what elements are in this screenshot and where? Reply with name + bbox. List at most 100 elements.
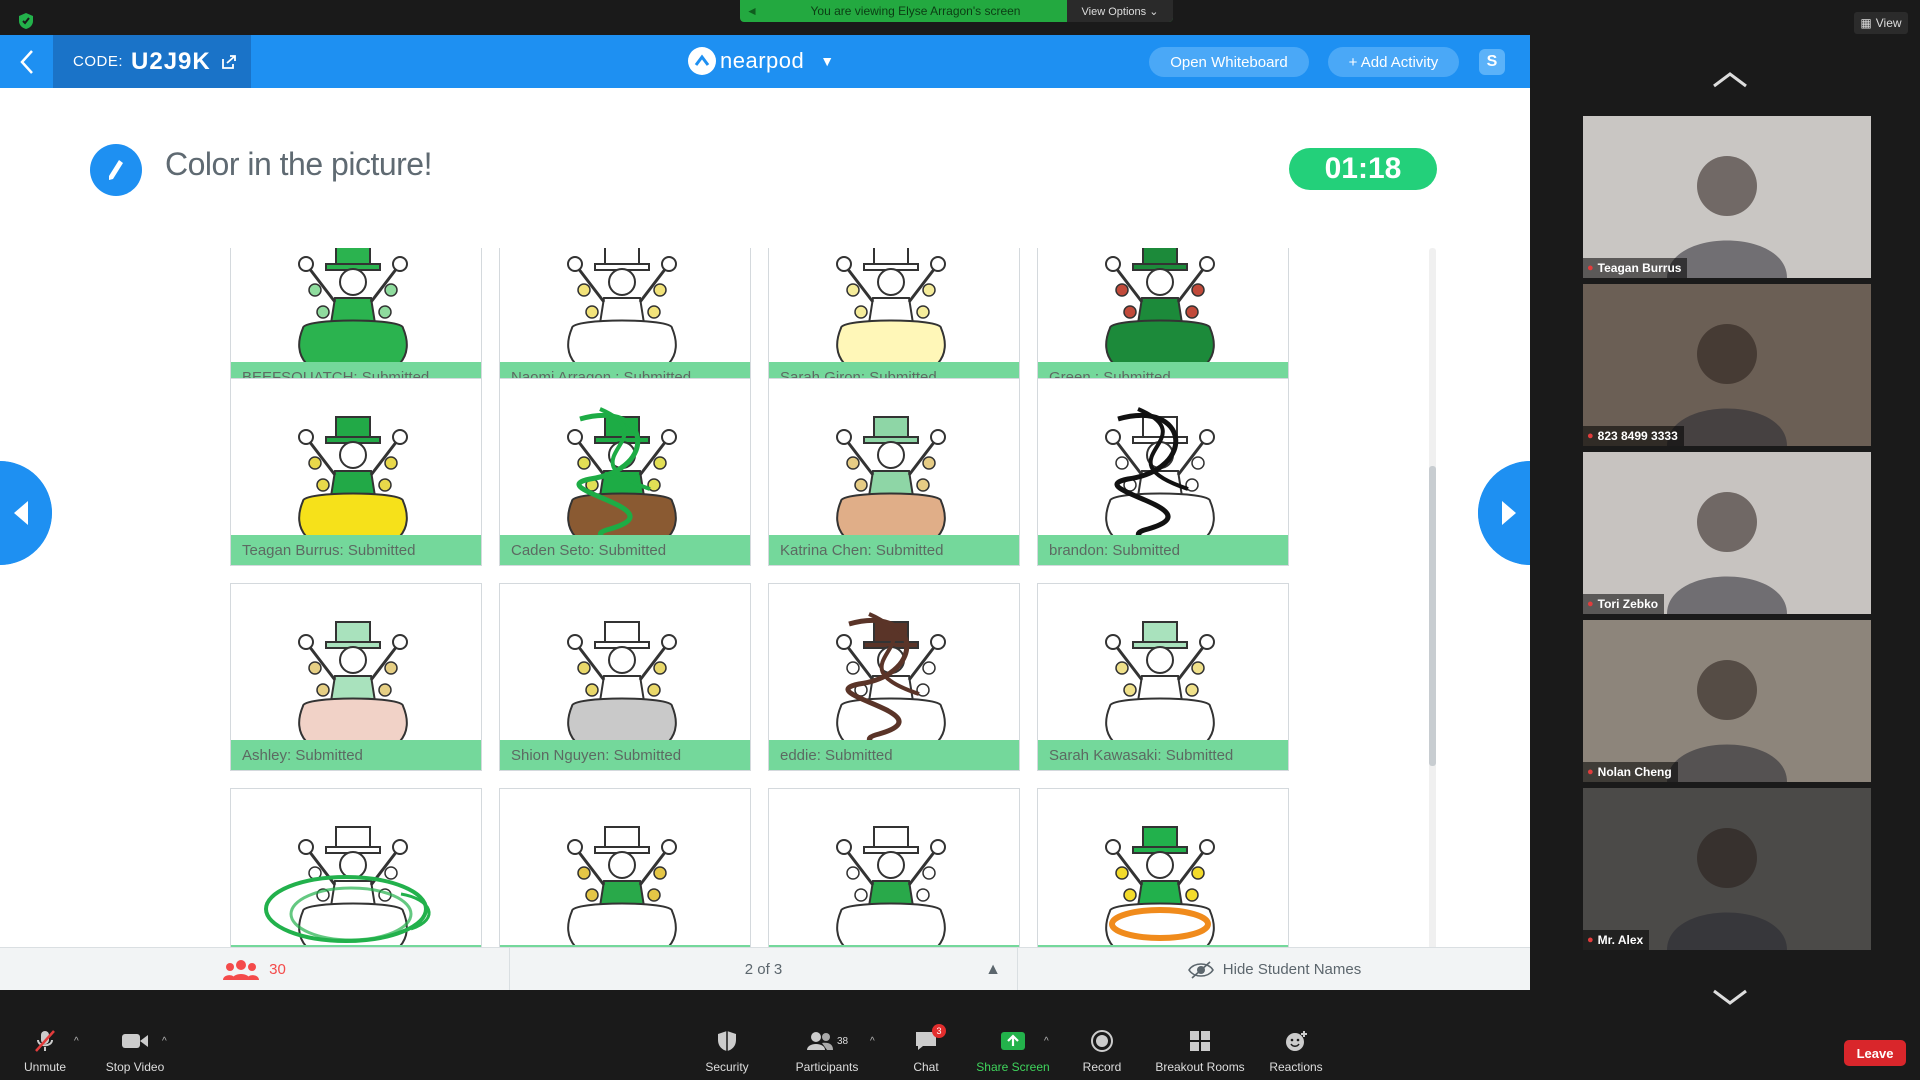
students-count-button[interactable]: 30 (0, 948, 510, 990)
muted-mic-icon: ● (1587, 262, 1594, 274)
speaker-icon: ◄ (746, 4, 758, 18)
record-label: Record (1082, 1060, 1122, 1074)
activity-title: Color in the picture! (165, 146, 432, 182)
submission-card[interactable]: Caden Seto: Submitted (499, 378, 751, 566)
caret-down-icon[interactable]: ▼ (820, 53, 834, 69)
participant-name-tag: ● Teagan Burrus (1583, 258, 1688, 278)
muted-mic-icon: ● (1587, 766, 1594, 778)
scrollbar-thumb[interactable] (1429, 466, 1436, 766)
participant-name-tag: ● 823 8499 3333 (1583, 426, 1684, 446)
submission-label: Ashley: Submitted (231, 740, 481, 770)
participant-video[interactable]: ● Mr. Alex (1583, 788, 1871, 950)
security-shield-icon (716, 1028, 738, 1054)
participant-name-tag: ● Nolan Cheng (1583, 762, 1678, 782)
participant-silhouette (1667, 156, 1787, 278)
breakout-rooms-label: Breakout Rooms (1155, 1060, 1245, 1074)
code-value: U2J9K (131, 47, 211, 75)
page-indicator: 2 of 3 ▲ (510, 948, 1018, 990)
nearpod-footer: 30 2 of 3 ▲ Hide Student Names (0, 947, 1530, 990)
security-label: Security (705, 1060, 749, 1074)
audio-options-caret-icon[interactable]: ^ (74, 1036, 79, 1047)
share-code-icon[interactable] (221, 54, 237, 70)
submission-card[interactable]: BEEFSQUATCH: Submitted (230, 248, 482, 393)
muted-microphone-icon (32, 1028, 58, 1054)
unmute-button[interactable]: Unmute (22, 1028, 68, 1078)
breakout-rooms-button[interactable]: Breakout Rooms (1152, 1028, 1248, 1078)
zoom-top-bar: ◄ You are viewing Elyse Arragon's screen… (0, 0, 1920, 35)
participant-video[interactable]: ● Nolan Cheng (1583, 620, 1871, 782)
share-screen-label: Share Screen (976, 1060, 1050, 1074)
submissions-grid: BEEFSQUATCH: Submitted Naomi Arragon : S… (230, 248, 1290, 983)
participant-video[interactable]: ● Teagan Burrus (1583, 116, 1871, 278)
submission-label: Caden Seto: Submitted (500, 535, 750, 565)
previous-slide-button[interactable] (0, 461, 52, 565)
submission-card[interactable]: eddie: Submitted (768, 583, 1020, 771)
back-button[interactable] (0, 35, 53, 88)
timer: 01:18 (1289, 148, 1437, 190)
share-options-caret-icon[interactable]: ^ (1044, 1036, 1049, 1047)
reactions-button[interactable]: Reactions (1266, 1028, 1326, 1078)
submission-card[interactable]: Sarah Giron: Submitted (768, 248, 1020, 393)
participant-name-tag: ● Tori Zebko (1583, 594, 1665, 614)
share-screen-icon (1000, 1028, 1026, 1054)
grid-view-icon: ▦ (1860, 16, 1872, 30)
shared-screen: CODE: U2J9K nearpod ▼ Open Whiteboard + … (0, 35, 1530, 990)
s-badge-button[interactable]: S (1479, 49, 1505, 75)
participants-icon: 38 (806, 1028, 848, 1054)
submission-card[interactable]: brandon: Submitted (1037, 378, 1289, 566)
participant-name: Nolan Cheng (1597, 765, 1672, 779)
chevron-up-icon[interactable] (1710, 70, 1750, 90)
reactions-label: Reactions (1269, 1060, 1323, 1074)
triangle-up-icon[interactable]: ▲ (985, 961, 1001, 979)
share-screen-button[interactable]: Share Screen (972, 1028, 1054, 1078)
view-button[interactable]: ▦ View (1854, 12, 1908, 34)
page-indicator-text: 2 of 3 (744, 961, 783, 978)
participant-video[interactable]: ● Tori Zebko (1583, 452, 1871, 614)
submission-card[interactable]: Naomi Arragon : Submitted (499, 248, 751, 393)
participant-name: Mr. Alex (1597, 933, 1644, 947)
nearpod-header: CODE: U2J9K nearpod ▼ Open Whiteboard + … (0, 35, 1530, 88)
video-options-caret-icon[interactable]: ^ (162, 1036, 167, 1047)
chat-button[interactable]: 3 Chat (906, 1024, 946, 1078)
submission-card[interactable]: Teagan Burrus: Submitted (230, 378, 482, 566)
muted-mic-icon: ● (1587, 430, 1594, 442)
chat-badge: 3 (932, 1024, 946, 1038)
participant-silhouette (1667, 324, 1787, 446)
participant-name: 823 8499 3333 (1597, 429, 1678, 443)
submission-card[interactable]: Ashley: Submitted (230, 583, 482, 771)
security-button[interactable]: Security (700, 1028, 754, 1078)
participant-video[interactable]: ● 823 8499 3333 (1583, 284, 1871, 446)
muted-mic-icon: ● (1587, 598, 1594, 610)
submissions-scrollbar[interactable] (1429, 248, 1436, 983)
view-button-label: View (1875, 16, 1902, 30)
next-slide-button[interactable] (1478, 461, 1530, 565)
submission-card[interactable]: Shion Nguyen: Submitted (499, 583, 751, 771)
participant-name: Teagan Burrus (1597, 261, 1682, 275)
submission-card[interactable]: Katrina Chen: Submitted (768, 378, 1020, 566)
chat-label: Chat (913, 1060, 939, 1074)
open-whiteboard-button[interactable]: Open Whiteboard (1149, 47, 1309, 77)
view-options-button[interactable]: View Options ⌄ (1067, 0, 1173, 22)
hide-student-names-button[interactable]: Hide Student Names (1018, 948, 1530, 990)
nearpod-logo[interactable]: nearpod ▼ (688, 46, 834, 76)
breakout-rooms-icon (1189, 1028, 1211, 1054)
add-activity-button[interactable]: + Add Activity (1328, 47, 1459, 77)
participant-video-panel: ● Teagan Burrus ● 823 8499 3333 ● Tori Z… (1530, 35, 1920, 1005)
stop-video-label: Stop Video (105, 1060, 165, 1074)
record-button[interactable]: Record (1080, 1028, 1124, 1078)
submission-card[interactable]: Green : Submitted (1037, 248, 1289, 393)
encryption-shield-icon[interactable] (18, 12, 34, 30)
submission-card[interactable]: Sarah Kawasaki: Submitted (1037, 583, 1289, 771)
participants-button[interactable]: 38 Participants (790, 1028, 864, 1078)
participant-silhouette (1667, 828, 1787, 950)
submission-label: eddie: Submitted (769, 740, 1019, 770)
eye-slash-icon (1187, 960, 1214, 979)
submission-label: Katrina Chen: Submitted (769, 535, 1019, 565)
zoom-window: ◄ You are viewing Elyse Arragon's screen… (0, 0, 1920, 1080)
leave-button[interactable]: Leave (1844, 1040, 1906, 1066)
chevron-down-icon[interactable] (1710, 987, 1750, 1007)
stop-video-button[interactable]: Stop Video (100, 1028, 170, 1078)
participants-options-caret-icon[interactable]: ^ (870, 1036, 875, 1047)
hide-student-names-label: Hide Student Names (1222, 961, 1362, 978)
muted-mic-icon: ● (1587, 934, 1594, 946)
